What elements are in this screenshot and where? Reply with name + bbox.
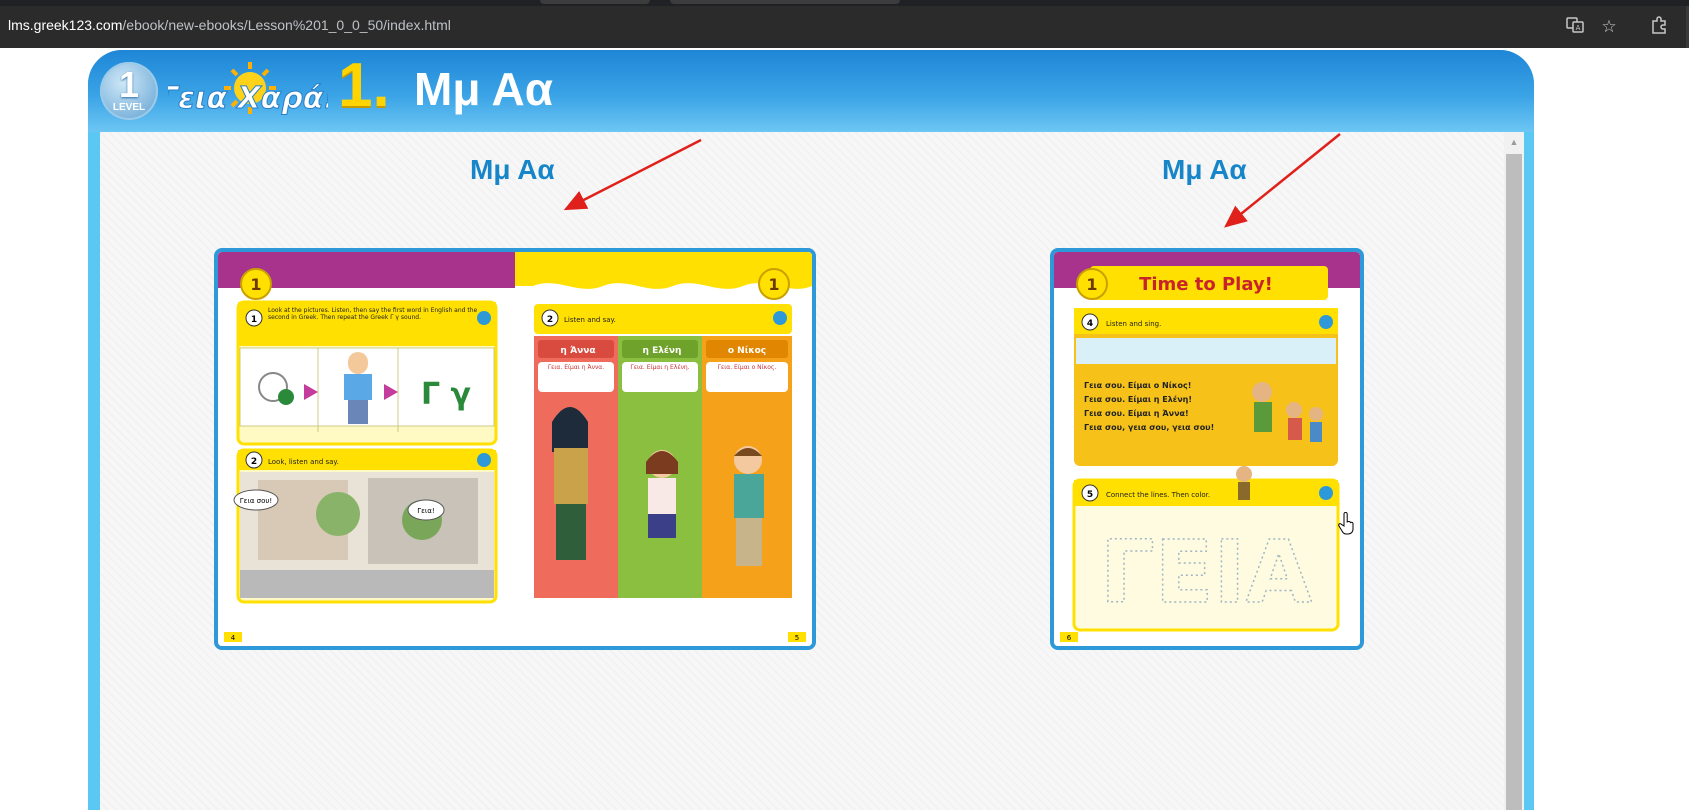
hand-cursor-icon [1338, 512, 1354, 535]
annotation-arrow-left [563, 138, 702, 211]
annotation-arrow-right [1224, 133, 1341, 228]
annotation-arrows [563, 133, 1341, 228]
